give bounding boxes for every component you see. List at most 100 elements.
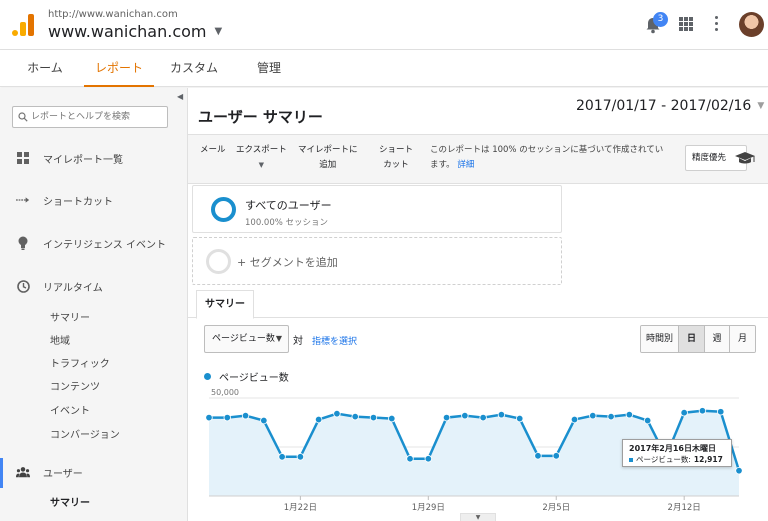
sidebar-item-label: ユーザー bbox=[43, 468, 83, 480]
account-selector[interactable]: www.wanichan.com ▼ bbox=[48, 22, 222, 41]
details-link[interactable]: 詳細 bbox=[457, 160, 474, 170]
users-icon bbox=[16, 465, 30, 479]
data-point[interactable] bbox=[314, 415, 323, 424]
add-to-dashboard-label-2: 追加 bbox=[319, 160, 337, 170]
empty-segment-ring-icon bbox=[206, 249, 231, 274]
sidebar: ◀ マイレポート一覧 ショートカット インテリジェンス イベント リアルタイム … bbox=[0, 88, 188, 521]
date-range-picker[interactable]: 2017/01/17 - 2017/02/16 ▼ bbox=[576, 98, 764, 114]
add-segment-button[interactable]: + セグメントを追加 bbox=[192, 237, 562, 285]
export-button[interactable]: エクスポート ▼ bbox=[236, 143, 287, 173]
data-point[interactable] bbox=[570, 415, 579, 424]
tab-overview[interactable]: サマリー bbox=[196, 290, 254, 319]
realtime-sub-overview[interactable]: サマリー bbox=[50, 309, 90, 324]
data-point[interactable] bbox=[205, 413, 213, 422]
data-point[interactable] bbox=[406, 455, 414, 463]
sidebar-item-label: マイレポート一覧 bbox=[43, 154, 123, 166]
period-month-button[interactable]: 月 bbox=[730, 326, 755, 352]
collapse-sidebar-icon[interactable]: ◀ bbox=[177, 92, 183, 101]
sampling-note: このレポートは 100% のセッションに基づいて作成されています。 詳細 bbox=[430, 143, 668, 173]
period-day-button[interactable]: 日 bbox=[679, 326, 705, 352]
sidebar-item-realtime[interactable]: リアルタイム bbox=[0, 274, 187, 298]
realtime-sub-content[interactable]: コンテンツ bbox=[50, 378, 100, 393]
data-point[interactable] bbox=[260, 416, 268, 425]
apps-grid-icon[interactable] bbox=[679, 17, 693, 31]
analytics-logo-icon[interactable] bbox=[12, 14, 34, 36]
search-input[interactable] bbox=[31, 109, 165, 125]
sidebar-item-users[interactable]: ユーザー bbox=[0, 460, 187, 484]
data-point[interactable] bbox=[278, 453, 286, 461]
realtime-sub-conversions[interactable]: コンバージョン bbox=[50, 426, 120, 441]
tooltip-label: ページビュー数: bbox=[636, 455, 691, 464]
metric-selector[interactable]: ページビュー数 ▼ bbox=[204, 325, 289, 353]
data-point[interactable] bbox=[589, 411, 597, 420]
lightbulb-icon bbox=[16, 236, 30, 250]
email-button[interactable]: メール bbox=[200, 143, 226, 158]
data-point[interactable] bbox=[442, 413, 451, 422]
y-tick-label: 50,000 bbox=[211, 388, 239, 397]
x-tick-label: 1月22日 bbox=[284, 503, 317, 513]
report-main: ユーザー サマリー 2017/01/17 - 2017/02/16 ▼ メール … bbox=[188, 88, 768, 521]
tooltip-value: 12,917 bbox=[693, 455, 723, 464]
data-point[interactable] bbox=[369, 413, 378, 422]
data-point[interactable] bbox=[223, 413, 231, 422]
realtime-sub-locations[interactable]: 地域 bbox=[50, 332, 70, 347]
data-point[interactable] bbox=[698, 407, 707, 415]
realtime-sub-events[interactable]: イベント bbox=[50, 402, 90, 417]
realtime-sub-traffic[interactable]: トラフィック bbox=[50, 355, 110, 370]
search-icon bbox=[18, 112, 28, 122]
data-point[interactable] bbox=[534, 452, 542, 460]
data-point[interactable] bbox=[388, 414, 396, 423]
sidebar-item-shortcuts[interactable]: ショートカット bbox=[0, 188, 187, 212]
data-point[interactable] bbox=[351, 412, 359, 421]
segment-all-users[interactable]: すべてのユーザー 100.00% セッション bbox=[192, 185, 562, 233]
grid-icon bbox=[16, 151, 30, 165]
sidebar-item-label: リアルタイム bbox=[43, 282, 103, 294]
period-hourly-button[interactable]: 時間別 bbox=[641, 326, 679, 352]
page-title: ユーザー サマリー bbox=[198, 108, 323, 126]
data-point[interactable] bbox=[717, 408, 725, 416]
data-point[interactable] bbox=[515, 414, 524, 423]
data-point[interactable] bbox=[552, 452, 560, 460]
tooltip-value-row: ページビュー数: 12,917 bbox=[629, 454, 725, 465]
sidebar-item-intelligence[interactable]: インテリジェンス イベント bbox=[0, 231, 187, 255]
user-avatar[interactable] bbox=[739, 12, 764, 37]
account-url: http://www.wanichan.com bbox=[48, 9, 178, 20]
tab-reports[interactable]: レポート bbox=[84, 50, 154, 87]
report-search[interactable] bbox=[12, 106, 168, 128]
data-point[interactable] bbox=[680, 409, 688, 417]
notification-count-badge: 3 bbox=[653, 12, 668, 27]
caret-down-icon: ▼ bbox=[214, 26, 223, 37]
sidebar-item-label: ショートカット bbox=[43, 196, 113, 208]
data-point[interactable] bbox=[607, 412, 615, 421]
chart-resize-handle[interactable]: ▼ bbox=[460, 513, 496, 521]
data-point[interactable] bbox=[424, 455, 433, 463]
add-to-dashboard-button[interactable]: マイレポートに 追加 bbox=[298, 143, 358, 173]
users-sub-overview[interactable]: サマリー bbox=[50, 494, 90, 509]
caret-down-icon: ▼ bbox=[757, 101, 765, 111]
tab-home[interactable]: ホーム bbox=[14, 50, 76, 87]
data-point[interactable] bbox=[479, 413, 487, 422]
data-point[interactable] bbox=[735, 466, 743, 475]
select-metric-link[interactable]: 指標を選択 bbox=[312, 334, 357, 347]
email-label: メール bbox=[200, 145, 226, 155]
sidebar-item-dashboards[interactable]: マイレポート一覧 bbox=[0, 146, 187, 170]
tab-custom[interactable]: カスタム bbox=[162, 50, 226, 87]
data-point[interactable] bbox=[296, 453, 305, 461]
data-point[interactable] bbox=[625, 410, 634, 419]
precision-label: 精度優先 bbox=[692, 153, 727, 163]
data-point[interactable] bbox=[643, 416, 652, 425]
data-point[interactable] bbox=[461, 411, 469, 420]
more-vert-icon[interactable] bbox=[714, 16, 720, 34]
data-point[interactable] bbox=[497, 410, 506, 419]
period-week-button[interactable]: 週 bbox=[705, 326, 730, 352]
legend-dot bbox=[204, 373, 211, 380]
export-label: エクスポート bbox=[236, 145, 287, 155]
report-subtabs: サマリー bbox=[188, 290, 768, 319]
data-point[interactable] bbox=[333, 409, 341, 418]
data-point[interactable] bbox=[241, 411, 250, 420]
vs-label: 対 bbox=[293, 336, 303, 347]
shortcut-button[interactable]: ショートカット bbox=[376, 143, 416, 173]
segment-sessions: 100.00% セッション bbox=[245, 218, 329, 228]
tab-admin[interactable]: 管理 bbox=[240, 50, 298, 87]
segment-name: すべてのユーザー bbox=[245, 199, 332, 212]
